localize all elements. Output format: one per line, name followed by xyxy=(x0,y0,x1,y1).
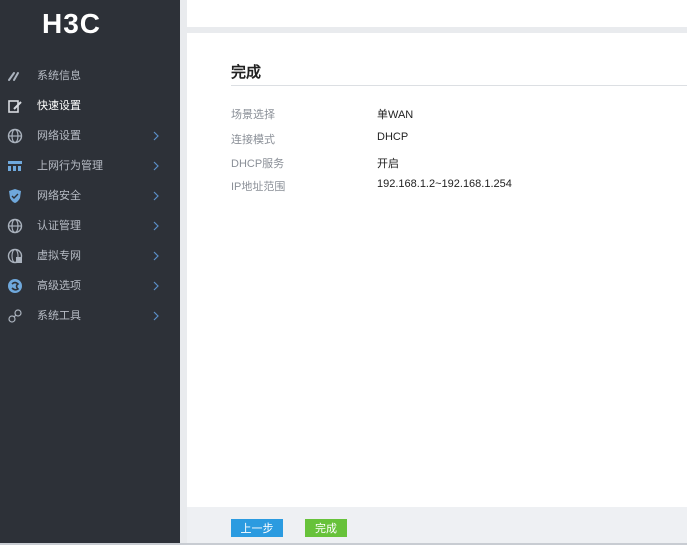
summary-value: 192.168.1.2~192.168.1.254 xyxy=(377,178,512,190)
chevron-right-icon xyxy=(152,190,160,202)
tools-icon xyxy=(7,308,23,324)
sidebar-item[interactable]: 网络设置 xyxy=(0,122,180,152)
sidebar-divider xyxy=(180,0,187,545)
vpn-globe-icon xyxy=(7,248,23,264)
globe-icon xyxy=(7,218,23,234)
summary-key: DHCP服务 xyxy=(231,158,285,170)
sidebar-item-label: 认证管理 xyxy=(37,220,81,232)
main-panel: 完成 场景选择 单WAN 连接模式 DHCP DHCP服务 开启 IP地址范围 … xyxy=(187,33,687,507)
summary-value: 开启 xyxy=(377,158,399,170)
sidebar-item[interactable]: 认证管理 xyxy=(0,212,180,242)
edit-icon xyxy=(7,98,23,114)
summary-row-dhcp-service: DHCP服务 开启 xyxy=(231,155,671,171)
summary-key: 连接模式 xyxy=(231,134,275,146)
summary-row-ip-range: IP地址范围 192.168.1.2~192.168.1.254 xyxy=(231,178,671,194)
sidebar-item[interactable]: 系统工具 xyxy=(0,302,180,332)
chevron-right-icon xyxy=(152,250,160,262)
logo-mark: H3C xyxy=(42,8,101,36)
summary-row-connection-mode: 连接模式 DHCP xyxy=(231,131,671,147)
sidebar-item[interactable]: 虚拟专网 xyxy=(0,242,180,272)
sidebar-item[interactable]: 高级选项 xyxy=(0,272,180,302)
speedometer-icon xyxy=(7,68,23,84)
title-divider xyxy=(231,85,687,86)
sidebar-item-label: 系统信息 xyxy=(37,70,81,82)
sidebar: H3C 系统信息 快速设置 网络设置 上网行为管理 网络安全 认证管理 虚拟专网 高级选项 系统… xyxy=(0,0,180,545)
summary-key: 场景选择 xyxy=(231,109,275,121)
svg-text:H3C: H3C xyxy=(42,8,101,36)
h3c-logo: H3C xyxy=(0,0,180,56)
chevron-right-icon xyxy=(152,280,160,292)
previous-step-button[interactable]: 上一步 xyxy=(231,519,283,537)
sidebar-item[interactable]: 网络安全 xyxy=(0,182,180,212)
summary-row-scene: 场景选择 单WAN xyxy=(231,106,671,122)
sidebar-item[interactable]: 上网行为管理 xyxy=(0,152,180,182)
advanced-icon xyxy=(7,278,23,294)
chevron-right-icon xyxy=(152,130,160,142)
sidebar-item[interactable]: 系统信息 xyxy=(0,62,180,92)
sidebar-item-label: 网络安全 xyxy=(37,190,81,202)
sidebar-item-label: 高级选项 xyxy=(37,280,81,292)
globe-icon xyxy=(7,128,23,144)
behavior-icon xyxy=(7,158,23,174)
action-bar: 上一步 完成 xyxy=(187,507,687,543)
summary-value: DHCP xyxy=(377,131,409,143)
sidebar-item-label: 虚拟专网 xyxy=(37,250,81,262)
page-title: 完成 xyxy=(231,64,262,81)
sidebar-item[interactable]: 快速设置 xyxy=(0,92,180,122)
sidebar-item-label: 系统工具 xyxy=(37,310,81,322)
chevron-right-icon xyxy=(152,220,160,232)
summary-value: 单WAN xyxy=(377,109,414,121)
top-bar xyxy=(187,0,687,33)
sidebar-item-label: 网络设置 xyxy=(37,130,81,142)
sidebar-item-label: 上网行为管理 xyxy=(37,160,103,172)
chevron-right-icon xyxy=(152,310,160,322)
chevron-right-icon xyxy=(152,160,160,172)
summary-key: IP地址范围 xyxy=(231,181,286,193)
shield-icon xyxy=(7,188,23,204)
sidebar-item-label: 快速设置 xyxy=(37,100,81,112)
sidebar-menu: 系统信息快速设置网络设置上网行为管理 网络安全认证管理虚拟专网高级选项系统工具 xyxy=(0,62,180,332)
finish-button[interactable]: 完成 xyxy=(305,519,347,537)
